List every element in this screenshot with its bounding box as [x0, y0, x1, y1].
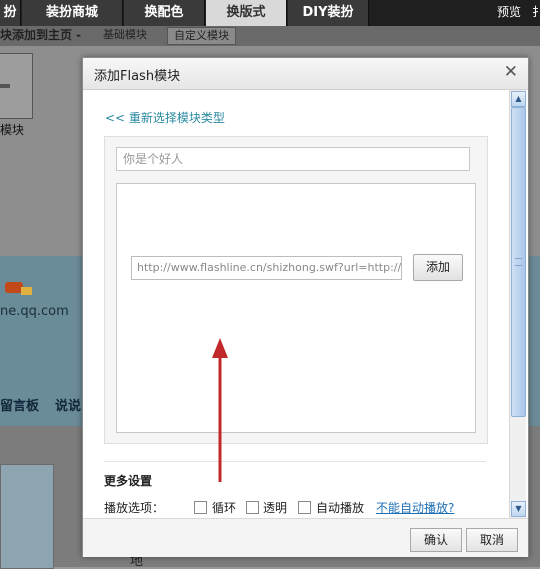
module-thumbnail[interactable]	[0, 53, 33, 119]
cancel-button[interactable]: 取消	[466, 528, 518, 552]
module-thumbnail-label: 模块	[0, 123, 25, 137]
subbar-title: 块添加到主页 -	[0, 28, 82, 42]
divider	[104, 461, 486, 462]
top-navigation-bar: 扮 装扮商城 换配色 换版式 DIY装扮 预览 扌	[0, 0, 540, 26]
cant-autoplay-link[interactable]: 不能自动播放?	[376, 499, 454, 516]
autoplay-label: 自动播放	[316, 501, 365, 515]
module-name-input[interactable]: 你是个好人	[116, 147, 470, 171]
loop-label: 循环	[212, 501, 237, 515]
dialog-title: 添加Flash模块	[94, 69, 181, 84]
reselect-module-type-link[interactable]: << 重新选择模块类型	[105, 109, 225, 126]
flash-preview-area: http://www.flashline.cn/shizhong.swf?url…	[116, 183, 476, 433]
flash-config-panel: 你是个好人 http://www.flashline.cn/shizhong.s…	[104, 136, 488, 444]
play-options-label: 播放选项：	[104, 501, 165, 515]
transparent-label: 透明	[263, 501, 288, 515]
dialog-scrollbar[interactable]: ▲ ▼	[509, 90, 526, 518]
dialog-body: << 重新选择模块类型 你是个好人 http://www.flashline.c…	[83, 90, 509, 518]
add-button[interactable]: 添加	[413, 254, 463, 281]
tab-change-color[interactable]: 换配色	[124, 0, 205, 26]
banner-badge-icon	[5, 282, 32, 295]
background-thumbnail-card	[0, 464, 54, 569]
banner-site-text: ne.qq.com	[0, 304, 69, 319]
dialog-footer: 确认 取消	[83, 518, 528, 557]
tab-decoration-mall[interactable]: 装扮商城	[22, 0, 123, 26]
guestbook-link[interactable]: 留言板	[0, 395, 39, 414]
scrollbar-thumb[interactable]	[511, 107, 526, 417]
topbar-truncated-link[interactable]: 扌	[532, 0, 540, 26]
tab-truncated[interactable]: 扮	[0, 0, 21, 26]
module-subbar: 块添加到主页 - 基础模块 自定义模块	[0, 26, 540, 46]
preview-link[interactable]: 预览	[497, 0, 521, 26]
close-icon[interactable]: ✕	[504, 63, 518, 81]
more-settings-title: 更多设置	[104, 474, 153, 488]
transparent-checkbox[interactable]	[246, 501, 259, 514]
loop-checkbox[interactable]	[194, 501, 207, 514]
tab-diy-decorate[interactable]: DIY装扮	[288, 0, 369, 26]
talk-link[interactable]: 说说	[55, 395, 81, 414]
dialog-header: 添加Flash模块 ✕	[83, 58, 528, 90]
custom-module-button[interactable]: 自定义模块	[167, 27, 236, 45]
tab-change-layout[interactable]: 换版式	[206, 0, 287, 26]
scroll-up-arrow-icon[interactable]: ▲	[511, 91, 526, 107]
confirm-button[interactable]: 确认	[410, 528, 462, 552]
flash-url-input[interactable]: http://www.flashline.cn/shizhong.swf?url…	[131, 256, 402, 280]
add-flash-module-dialog: 添加Flash模块 ✕ << 重新选择模块类型 你是个好人 http://www…	[82, 57, 529, 557]
basic-modules-link[interactable]: 基础模块	[103, 26, 147, 44]
autoplay-checkbox[interactable]	[298, 501, 311, 514]
scroll-down-arrow-icon[interactable]: ▼	[511, 501, 526, 517]
